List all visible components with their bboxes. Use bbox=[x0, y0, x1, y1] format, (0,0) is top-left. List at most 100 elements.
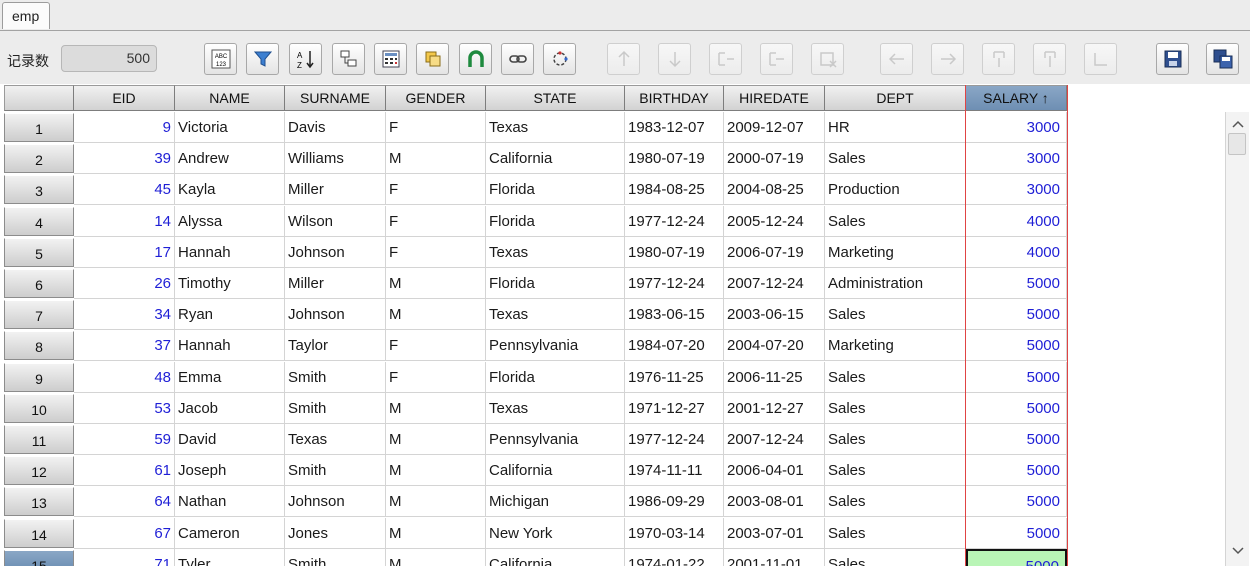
column-header-name[interactable]: NAME bbox=[175, 85, 285, 111]
cell-dept[interactable]: Sales bbox=[825, 143, 966, 174]
cell-hiredate[interactable]: 2004-08-25 bbox=[724, 174, 825, 205]
vertical-scrollbar[interactable] bbox=[1225, 112, 1249, 566]
cell-name[interactable]: Hannah bbox=[175, 237, 285, 268]
cell-surname[interactable]: Jones bbox=[285, 518, 386, 549]
group-button[interactable] bbox=[332, 43, 365, 75]
cell-dept[interactable]: HR bbox=[825, 112, 966, 143]
cell-state[interactable]: Texas bbox=[486, 237, 625, 268]
cell-dept[interactable]: Sales bbox=[825, 486, 966, 517]
row-header[interactable]: 14 bbox=[4, 519, 74, 548]
cell-surname[interactable]: Smith bbox=[285, 549, 386, 566]
move-down-button[interactable] bbox=[658, 43, 691, 75]
cell-dept[interactable]: Sales bbox=[825, 299, 966, 330]
cell-name[interactable]: Hannah bbox=[175, 330, 285, 361]
append-row-button[interactable] bbox=[760, 43, 793, 75]
cell-birthday[interactable]: 1974-11-11 bbox=[625, 455, 724, 486]
cell-birthday[interactable]: 1983-12-07 bbox=[625, 112, 724, 143]
cell-birthday[interactable]: 1980-07-19 bbox=[625, 237, 724, 268]
cell-hiredate[interactable]: 2006-07-19 bbox=[724, 237, 825, 268]
tab-emp[interactable]: emp bbox=[2, 2, 50, 29]
cell-hiredate[interactable]: 2003-07-01 bbox=[724, 518, 825, 549]
copy-button[interactable] bbox=[416, 43, 449, 75]
cell-eid[interactable]: 39 bbox=[74, 143, 175, 174]
cell-gender[interactable]: M bbox=[386, 549, 486, 566]
cell-hiredate[interactable]: 2003-06-15 bbox=[724, 299, 825, 330]
cell-state[interactable]: Pennsylvania bbox=[486, 330, 625, 361]
cell-eid[interactable]: 17 bbox=[74, 237, 175, 268]
cell-hiredate[interactable]: 2007-12-24 bbox=[724, 424, 825, 455]
cell-birthday[interactable]: 1983-06-15 bbox=[625, 299, 724, 330]
cell-birthday[interactable]: 1976-11-25 bbox=[625, 362, 724, 393]
cell-hiredate[interactable]: 2007-12-24 bbox=[724, 268, 825, 299]
cell-dept[interactable]: Marketing bbox=[825, 330, 966, 361]
cell-birthday[interactable]: 1980-07-19 bbox=[625, 143, 724, 174]
cell-gender[interactable]: F bbox=[386, 206, 486, 237]
cell-name[interactable]: Nathan bbox=[175, 486, 285, 517]
row-header[interactable]: 5 bbox=[4, 238, 74, 267]
row-header[interactable]: 13 bbox=[4, 487, 74, 516]
cell-eid[interactable]: 26 bbox=[74, 268, 175, 299]
cell-hiredate[interactable]: 2009-12-07 bbox=[724, 112, 825, 143]
move-right-button[interactable] bbox=[931, 43, 964, 75]
row-header[interactable]: 7 bbox=[4, 300, 74, 329]
calculate-button[interactable] bbox=[374, 43, 407, 75]
cell-state[interactable]: Texas bbox=[486, 299, 625, 330]
cell-gender[interactable]: M bbox=[386, 424, 486, 455]
add-column-button[interactable] bbox=[1033, 43, 1066, 75]
cell-eid[interactable]: 67 bbox=[74, 518, 175, 549]
cell-salary[interactable]: 5000 bbox=[966, 455, 1067, 486]
cell-eid[interactable]: 9 bbox=[74, 112, 175, 143]
cell-name[interactable]: Victoria bbox=[175, 112, 285, 143]
filter-button[interactable] bbox=[246, 43, 279, 75]
cell-name[interactable]: David bbox=[175, 424, 285, 455]
cell-eid[interactable]: 64 bbox=[74, 486, 175, 517]
cell-hiredate[interactable]: 2006-11-25 bbox=[724, 362, 825, 393]
cell-eid[interactable]: 53 bbox=[74, 393, 175, 424]
cell-state[interactable]: Texas bbox=[486, 112, 625, 143]
cell-dept[interactable]: Sales bbox=[825, 518, 966, 549]
cell-salary[interactable]: 5000 bbox=[966, 549, 1067, 566]
cell-name[interactable]: Timothy bbox=[175, 268, 285, 299]
cell-state[interactable]: Florida bbox=[486, 268, 625, 299]
cell-eid[interactable]: 61 bbox=[74, 455, 175, 486]
cell-salary[interactable]: 5000 bbox=[966, 362, 1067, 393]
data-grid[interactable]: EID NAME SURNAME GENDER STATE BIRTHDAY H… bbox=[4, 85, 1225, 566]
cell-eid[interactable]: 71 bbox=[74, 549, 175, 566]
cell-gender[interactable]: F bbox=[386, 362, 486, 393]
scroll-thumb[interactable] bbox=[1228, 133, 1246, 155]
cell-dept[interactable]: Sales bbox=[825, 206, 966, 237]
cell-eid[interactable]: 48 bbox=[74, 362, 175, 393]
cell-dept[interactable]: Marketing bbox=[825, 237, 966, 268]
move-left-button[interactable] bbox=[880, 43, 913, 75]
cell-state[interactable]: Texas bbox=[486, 393, 625, 424]
cell-salary[interactable]: 5000 bbox=[966, 424, 1067, 455]
cell-birthday[interactable]: 1984-07-20 bbox=[625, 330, 724, 361]
cell-gender[interactable]: M bbox=[386, 486, 486, 517]
row-header[interactable]: 12 bbox=[4, 456, 74, 485]
cell-surname[interactable]: Smith bbox=[285, 455, 386, 486]
row-header[interactable]: 9 bbox=[4, 363, 74, 392]
scroll-down-icon[interactable] bbox=[1227, 539, 1248, 563]
cell-hiredate[interactable]: 2006-04-01 bbox=[724, 455, 825, 486]
cell-name[interactable]: Emma bbox=[175, 362, 285, 393]
cell-birthday[interactable]: 1971-12-27 bbox=[625, 393, 724, 424]
cell-state[interactable]: California bbox=[486, 143, 625, 174]
row-header[interactable]: 10 bbox=[4, 394, 74, 423]
cell-name[interactable]: Andrew bbox=[175, 143, 285, 174]
cell-birthday[interactable]: 1977-12-24 bbox=[625, 206, 724, 237]
cell-eid[interactable]: 34 bbox=[74, 299, 175, 330]
refresh-button[interactable] bbox=[543, 43, 576, 75]
cell-salary[interactable]: 3000 bbox=[966, 143, 1067, 174]
cell-surname[interactable]: Williams bbox=[285, 143, 386, 174]
cell-name[interactable]: Alyssa bbox=[175, 206, 285, 237]
cell-gender[interactable]: M bbox=[386, 143, 486, 174]
cell-salary[interactable]: 4000 bbox=[966, 206, 1067, 237]
cell-birthday[interactable]: 1974-01-22 bbox=[625, 549, 724, 566]
row-header[interactable]: 15 bbox=[4, 550, 74, 566]
cell-gender[interactable]: M bbox=[386, 518, 486, 549]
cell-gender[interactable]: F bbox=[386, 174, 486, 205]
cell-salary[interactable]: 5000 bbox=[966, 268, 1067, 299]
cell-state[interactable]: Florida bbox=[486, 362, 625, 393]
row-header[interactable]: 8 bbox=[4, 331, 74, 360]
sort-button[interactable]: AZ bbox=[289, 43, 322, 75]
